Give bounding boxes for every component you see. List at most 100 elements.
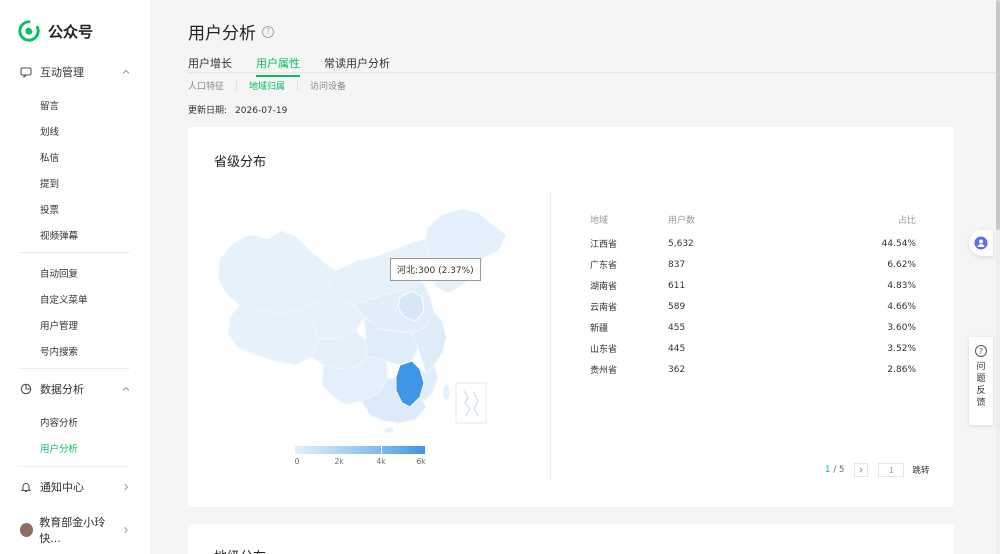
legend-label: 0: [294, 457, 300, 466]
table-row: 广东省 837 6.62%: [590, 254, 916, 275]
nav-item-auto-reply[interactable]: 自动回复: [40, 266, 78, 280]
cell-ratio: 3.52%: [887, 343, 916, 354]
assistant-icon: [974, 236, 988, 250]
column-header-region: 地域: [590, 215, 609, 226]
cell-users: 455: [668, 322, 686, 333]
legend-label: 6k: [416, 457, 426, 466]
legend-gradient-bar: [295, 446, 425, 454]
south-sea-inset: [455, 382, 487, 424]
sidebar-divider: [18, 368, 130, 369]
nav-item-content-analysis[interactable]: 内容分析: [40, 415, 78, 429]
pie-chart-icon: [20, 383, 32, 395]
nav-item-underline[interactable]: 划线: [40, 124, 59, 138]
cell-ratio: 6.62%: [887, 259, 916, 270]
nav-item-in-account-search[interactable]: 号内搜索: [40, 344, 78, 358]
nav-item-custom-menu[interactable]: 自定义菜单: [40, 292, 88, 306]
nav-group-label: 互动管理: [40, 66, 84, 79]
nav-item-user-analysis[interactable]: 用户分析: [40, 441, 78, 455]
tabs-divider: [188, 72, 1000, 73]
cell-region: 广东省: [590, 261, 618, 271]
cell-region: 云南省: [590, 303, 618, 313]
table-row: 湖南省 611 4.83%: [590, 275, 916, 296]
update-date-value: 2026-07-19: [235, 106, 288, 116]
chevron-up-icon: [122, 386, 130, 391]
nav-notification-label: 通知中心: [40, 481, 84, 494]
sidebar-divider: [18, 466, 130, 467]
jump-button[interactable]: 跳转: [912, 464, 929, 476]
chevron-up-icon: [122, 69, 130, 74]
province-distribution-card: 省级分布 河北:300 (2.37%) 0 2k 4k 6k 地域 用户数 占比…: [188, 127, 954, 507]
city-distribution-card: 地级分布: [188, 524, 954, 554]
assistant-button[interactable]: [969, 230, 993, 256]
page-title-text: 用户分析: [188, 24, 256, 44]
subtab-separator: [297, 81, 299, 90]
logo-text: 公众号: [48, 22, 94, 41]
next-page-button[interactable]: [854, 463, 869, 477]
sidebar-divider: [18, 252, 130, 253]
feedback-button[interactable]: ? 问 题 反 馈: [969, 337, 993, 425]
account-name: 教育部金小玲快...: [39, 516, 106, 545]
nav-group-interaction[interactable]: 互动管理: [20, 64, 130, 80]
map-legend: 0 2k 4k 6k: [294, 446, 426, 469]
subtab-demographics[interactable]: 人口特征: [188, 79, 224, 92]
card-divider: [550, 191, 551, 481]
feedback-char: 题: [976, 374, 986, 384]
map-region-taiwan[interactable]: [442, 381, 451, 402]
cell-region: 山东省: [590, 345, 618, 355]
nav-item-comments[interactable]: 留言: [40, 98, 59, 112]
nav-item-private-messages[interactable]: 私信: [40, 150, 59, 164]
table-header: 地域 用户数 占比: [590, 205, 916, 233]
cell-ratio: 2.86%: [887, 364, 916, 375]
tab-frequent-readers[interactable]: 常读用户分析: [324, 55, 390, 77]
cell-users: 362: [668, 364, 686, 375]
wechat-logo-icon: [18, 20, 40, 42]
table-row: 新疆 455 3.60%: [590, 317, 916, 338]
tab-user-growth[interactable]: 用户增长: [188, 55, 232, 77]
avatar: [20, 523, 34, 537]
subtab-devices[interactable]: 访问设备: [310, 79, 346, 92]
legend-labels: 0 2k 4k 6k: [294, 457, 426, 469]
cell-users: 5,632: [668, 238, 694, 249]
card-title: 地级分布: [214, 546, 266, 554]
nav-notification-center[interactable]: 通知中心: [20, 479, 130, 495]
column-header-users: 用户数: [668, 215, 696, 226]
message-icon: [20, 67, 32, 78]
nav-item-votes[interactable]: 投票: [40, 202, 59, 216]
pagination-total: / 5: [833, 465, 845, 475]
page-title: 用户分析 ?: [188, 19, 274, 44]
feedback-char: 馈: [976, 398, 986, 408]
nav-item-mentions[interactable]: 提到: [40, 176, 59, 190]
region-table: 地域 用户数 占比 江西省 5,632 44.54% 广东省 837 6.62%…: [590, 205, 916, 380]
south-sea-islands: [463, 390, 479, 416]
tab-user-attributes[interactable]: 用户属性: [256, 55, 300, 77]
table-row: 云南省 589 4.66%: [590, 296, 916, 317]
question-icon: ?: [975, 345, 987, 357]
pagination-current: 1: [825, 465, 831, 475]
map-tooltip: 河北:300 (2.37%): [390, 258, 481, 281]
map-region-xinjiang[interactable]: [217, 230, 337, 314]
main-tabs: 用户增长 用户属性 常读用户分析: [188, 55, 390, 77]
chevron-right-icon: [860, 467, 864, 473]
pagination: 1 / 5 跳转: [825, 463, 929, 477]
cell-users: 589: [668, 301, 686, 312]
cell-ratio: 4.66%: [887, 301, 916, 312]
map-region-hainan[interactable]: [383, 426, 395, 434]
nav-group-data-analysis[interactable]: 数据分析: [20, 381, 130, 397]
column-header-ratio: 占比: [897, 215, 916, 226]
nav-item-user-management[interactable]: 用户管理: [40, 318, 78, 332]
nav-item-video-danmaku[interactable]: 视频弹幕: [40, 228, 78, 242]
sub-tabs: 人口特征 地域归属 访问设备: [188, 79, 346, 92]
table-row: 山东省 445 3.52%: [590, 338, 916, 359]
page-number-input[interactable]: [878, 463, 905, 477]
update-date-label: 更新日期:: [188, 106, 228, 116]
cell-region: 湖南省: [590, 282, 618, 292]
subtab-region[interactable]: 地域归属: [249, 79, 285, 92]
help-icon[interactable]: ?: [262, 25, 274, 38]
logo[interactable]: 公众号: [18, 20, 93, 42]
nav-account[interactable]: 教育部金小玲快...: [20, 514, 130, 546]
chevron-right-icon: [124, 483, 129, 491]
sidebar: 公众号 互动管理 留言 划线 私信 提到 投票 视频弹幕 自动回复 自定义菜单 …: [0, 0, 150, 554]
scrollbar-thumb[interactable]: [996, 0, 1000, 230]
cell-users: 837: [668, 259, 686, 270]
china-map[interactable]: [216, 201, 528, 434]
